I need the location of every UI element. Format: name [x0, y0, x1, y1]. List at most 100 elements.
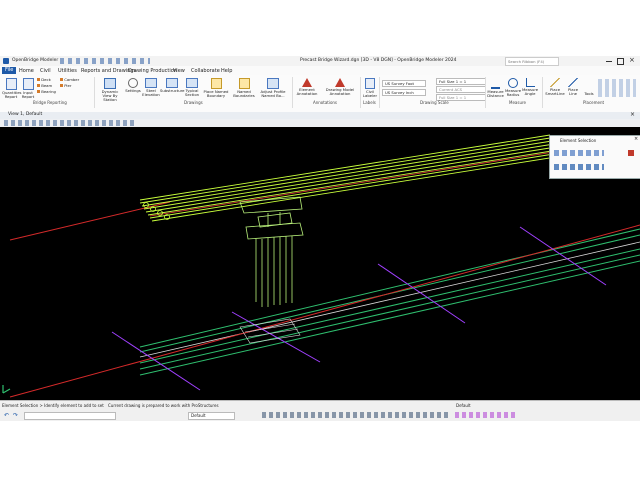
place-smartline-label: Place SmartLine — [545, 87, 565, 97]
tab-home[interactable]: Home — [19, 68, 34, 74]
ribbon-tabs: File Home Civil Utilities Reports and Dr… — [0, 66, 640, 75]
input-report-button[interactable]: Input Report — [21, 78, 35, 99]
group-label-measure: Measure — [509, 100, 526, 105]
minimize-icon[interactable] — [606, 61, 612, 62]
place-smartline-button[interactable]: Place SmartLine — [545, 78, 565, 96]
quantities-report-label: Quantities Report — [2, 90, 22, 100]
named-boundaries-label: Named Boundaries — [233, 89, 255, 99]
tab-utilities[interactable]: Utilities — [58, 68, 77, 74]
dynamic-view-button[interactable]: Dynamic View By Station — [97, 78, 123, 103]
status-prompt: Element Selection > Identify element to … — [2, 403, 104, 408]
drawing-model-annotation-button[interactable]: Drawing Model Annotation — [322, 78, 358, 96]
window-title: Precast Bridge Wizard.dgn [3D - V8 DGN] … — [300, 58, 457, 63]
measure-distance-icon — [491, 78, 500, 89]
substructure-button[interactable]: Substructure — [160, 78, 184, 93]
selection-mode-icons[interactable] — [554, 150, 604, 156]
tools-label: Tools — [584, 91, 594, 96]
element-annotation-button[interactable]: Element Annotation — [294, 78, 320, 96]
ribbon-separator — [360, 77, 361, 108]
camber-button[interactable]: Camber — [60, 77, 79, 82]
snap-tool-icons[interactable] — [262, 412, 450, 418]
measure-distance-button[interactable]: Measure Distance — [487, 78, 504, 98]
named-boundaries-icon — [238, 78, 250, 89]
tab-drawing-production[interactable]: Drawing Production — [128, 68, 177, 74]
tools-button[interactable]: Tools — [582, 91, 596, 96]
measure-angle-button[interactable]: Measure Angle — [522, 78, 538, 96]
camber-icon — [60, 78, 63, 81]
tab-file[interactable]: File — [2, 67, 17, 74]
quick-access-toolbar[interactable] — [60, 58, 150, 64]
substructure-icon — [166, 78, 178, 88]
app-name: OpenBridge Modeler — [12, 58, 59, 63]
smartline-icon — [550, 78, 560, 87]
adjust-profile-icon — [267, 78, 279, 89]
model-dropdown[interactable]: Default — [188, 412, 235, 420]
bearing-button[interactable]: Bearing — [37, 89, 56, 94]
gear-icon — [128, 78, 138, 88]
input-report-label: Input Report — [21, 90, 35, 100]
view-title: View 1, Default — [8, 112, 43, 117]
station-lines — [111, 226, 607, 391]
app-logo-icon — [3, 58, 9, 64]
bearing-label: Bearing — [41, 89, 56, 94]
close-icon[interactable]: × — [629, 56, 635, 64]
typical-section-icon — [186, 78, 198, 88]
axis-triad-icon — [2, 385, 11, 394]
undo-icon[interactable]: ↶ — [4, 412, 9, 419]
adjust-profile-label: Adjust Profile Named Bo... — [260, 89, 286, 99]
steel-elevation-button[interactable]: Steel Elevation — [142, 78, 160, 97]
named-boundary-icon — [210, 78, 222, 89]
unit-dropdown-secondary[interactable]: US Survey Inch — [382, 89, 426, 96]
settings-button[interactable]: Settings — [125, 78, 141, 93]
roadway-lines — [139, 228, 640, 376]
deck-label: Deck — [41, 77, 51, 82]
quantities-report-button[interactable]: Quantities Report — [2, 78, 22, 100]
element-selection-panel[interactable]: Element Selection × — [549, 135, 640, 179]
measure-radius-button[interactable]: Measure Radius — [505, 78, 521, 97]
measure-radius-label: Measure Radius — [505, 88, 522, 98]
place-named-boundary-button[interactable]: Place Named Boundary — [203, 78, 229, 98]
place-line-label: Place Line — [567, 87, 579, 97]
steel-elevation-icon — [145, 78, 157, 88]
pier-button[interactable]: Pier — [60, 83, 71, 88]
group-label-labels: Labels — [363, 100, 376, 105]
search-input[interactable]: Search Ribbon (F4) — [505, 57, 559, 66]
redo-icon[interactable]: ↷ — [13, 412, 18, 419]
unit-dropdown-primary[interactable]: US Survey Foot — [382, 80, 426, 87]
tab-civil[interactable]: Civil — [40, 68, 51, 74]
model-viewport[interactable] — [0, 127, 640, 400]
place-named-boundary-label: Place Named Boundary — [203, 89, 229, 99]
selection-method-icons[interactable] — [554, 164, 604, 170]
tab-collaborate[interactable]: Collaborate — [191, 68, 220, 74]
beam-button[interactable]: Beam — [37, 83, 52, 88]
deck-button[interactable]: Deck — [37, 77, 51, 82]
typical-section-button[interactable]: Typical Section — [183, 78, 201, 97]
adjust-profile-button[interactable]: Adjust Profile Named Bo... — [255, 78, 291, 98]
view-tools-icons[interactable] — [4, 120, 134, 126]
acs-dropdown[interactable]: Current ACS — [436, 86, 486, 93]
selection-options-icon[interactable] — [628, 150, 634, 156]
drawing-model-annotation-label: Drawing Model Annotation — [325, 87, 355, 97]
measure-radius-icon — [508, 78, 518, 88]
ribbon-separator — [485, 77, 486, 108]
viewport-canvas[interactable] — [0, 127, 640, 400]
scale-dropdown[interactable]: Full Size 1 = 1 — [436, 78, 486, 85]
panel-close-icon[interactable]: × — [634, 136, 638, 142]
placement-tool-grid[interactable] — [598, 79, 636, 97]
dynamic-view-icon — [104, 78, 116, 89]
annotation-icon — [302, 78, 312, 87]
group-label-bridge-reporting: Bridge Reporting — [33, 100, 67, 105]
girder-centerline — [149, 150, 561, 217]
pier-icon — [60, 84, 63, 87]
tab-help[interactable]: Help — [221, 68, 232, 74]
place-line-button[interactable]: Place Line — [566, 78, 580, 96]
maximize-icon[interactable] — [617, 58, 624, 65]
named-boundaries-button[interactable]: Named Boundaries — [231, 78, 257, 98]
tab-view[interactable]: View — [173, 68, 185, 74]
typical-section-label: Typical Section — [184, 88, 200, 98]
command-input[interactable] — [24, 412, 116, 420]
view-close-icon[interactable]: × — [630, 111, 635, 118]
display-toggle-icons[interactable] — [455, 412, 515, 418]
report-icon — [5, 78, 17, 90]
civil-labeler-button[interactable]: Civil Labeler — [362, 78, 378, 98]
